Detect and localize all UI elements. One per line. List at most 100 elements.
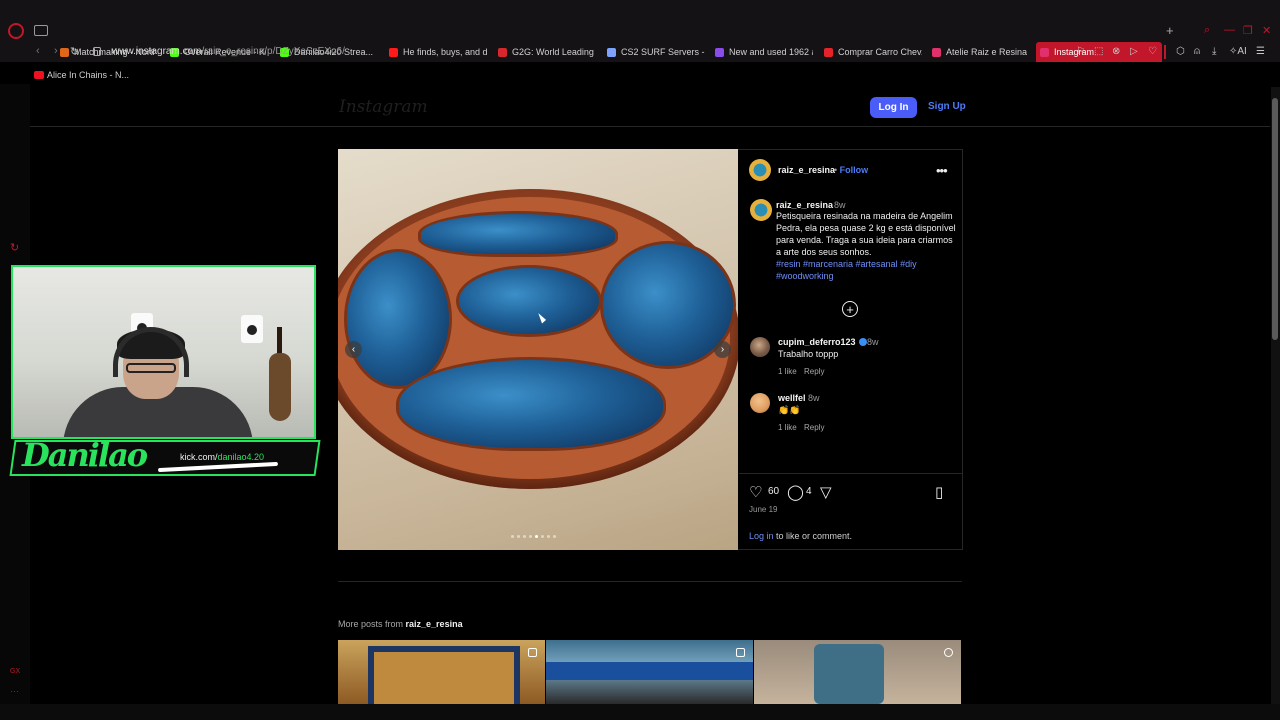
carousel-dot	[523, 535, 526, 538]
commenter-avatar[interactable]	[750, 337, 770, 357]
chevron-left-icon: ‹	[351, 344, 356, 355]
youtube-favicon-icon	[34, 71, 44, 79]
carousel-indicator	[511, 535, 556, 538]
url-path: /raiz_e_resina/p/DZyXeSzEXo6/	[201, 46, 345, 57]
carousel-dot	[517, 535, 520, 538]
minimize-icon[interactable]: —	[1224, 24, 1235, 36]
reload-icon[interactable]: ↻	[70, 45, 79, 58]
stream-url: kick.com/danilao4.20	[180, 452, 265, 462]
carousel-dot	[541, 535, 544, 538]
history-icon[interactable]: ↻	[10, 241, 19, 254]
share-icon[interactable]: ▽	[820, 483, 832, 501]
reel-icon	[944, 648, 953, 657]
sidebar-more-icon[interactable]: ···	[10, 686, 19, 696]
resin-well	[344, 249, 452, 389]
like-icon[interactable]: ♡	[749, 483, 762, 501]
comment-likes: 1 like	[778, 423, 797, 432]
carousel-dot	[511, 535, 514, 538]
forward-icon[interactable]: ›	[54, 45, 58, 57]
save-icon[interactable]: ▯	[935, 483, 943, 501]
caption-username[interactable]: raiz_e_resina	[776, 200, 833, 210]
toolbar-separator	[1164, 45, 1166, 59]
close-window-icon[interactable]: ✕	[1262, 24, 1271, 37]
more-post-thumbnail[interactable]	[754, 640, 961, 704]
player-icon[interactable]: ▷	[1130, 46, 1138, 57]
author-avatar[interactable]	[749, 159, 771, 181]
chevron-right-icon: ›	[720, 344, 725, 355]
post-caption: Petisqueira resinada na madeira de Angel…	[776, 211, 956, 257]
extensions-icon[interactable]: ⬡	[1176, 46, 1185, 57]
comment-text: 👏👏	[778, 405, 801, 415]
comment-reply-link[interactable]: Reply	[804, 367, 824, 376]
bookmark-icon[interactable]: ⚐	[1076, 46, 1085, 57]
url-field[interactable]: www.instagram.com/raiz_e_resina/p/DZyXeS…	[112, 46, 345, 57]
back-icon[interactable]: ‹	[36, 45, 40, 57]
log-in-button[interactable]: Log In	[870, 97, 917, 118]
lock-icon	[93, 47, 101, 56]
verified-badge-icon	[858, 338, 867, 346]
instagram-header	[30, 87, 1270, 127]
login-prompt-link[interactable]: Log in	[749, 531, 774, 541]
instagram-logo[interactable]: Instagram	[339, 97, 428, 117]
webcam-overlay	[11, 265, 316, 439]
comment-count: 4	[806, 486, 812, 497]
more-posts-heading: More posts from raiz_e_resina	[338, 619, 463, 629]
comment-username[interactable]: wellfel	[778, 393, 806, 403]
caption-age: 8w	[834, 200, 846, 210]
stream-name-banner: Danilao kick.com/danilao4.20	[8, 436, 321, 482]
search-tabs-icon[interactable]: ⌕	[1204, 24, 1210, 37]
carousel-next-button[interactable]: ›	[714, 341, 731, 358]
comment-text: Trabalho toppp	[778, 349, 839, 359]
speaker-object	[241, 315, 263, 343]
streamer-name: Danilao	[22, 436, 148, 474]
comment-icon[interactable]: ◯	[787, 483, 804, 501]
carousel-dot	[547, 535, 550, 538]
comment-reply-link[interactable]: Reply	[804, 423, 824, 432]
menu-icon[interactable]: ☰	[1256, 46, 1265, 57]
comment-age: 8w	[808, 393, 820, 403]
carousel-post-icon	[736, 648, 745, 657]
maximize-icon[interactable]: ❐	[1243, 24, 1253, 37]
section-divider	[338, 581, 962, 582]
author-username[interactable]: raiz_e_resina	[778, 165, 835, 175]
carousel-dot	[535, 535, 538, 538]
post-photo[interactable]	[338, 149, 738, 550]
caption-avatar[interactable]	[750, 199, 772, 221]
comment-likes: 1 like	[778, 367, 797, 376]
gx-label[interactable]: GX	[10, 668, 20, 675]
shield-icon[interactable]: ⊗	[1112, 46, 1120, 57]
post-date: June 19	[749, 505, 778, 514]
scrollbar-thumb[interactable]	[1272, 98, 1278, 340]
carousel-prev-button[interactable]: ‹	[345, 341, 362, 358]
carousel-dot	[529, 535, 532, 538]
comment-age: 8w	[867, 337, 879, 347]
more-post-thumbnail[interactable]	[546, 640, 753, 704]
actions-divider	[739, 473, 962, 474]
heart-icon[interactable]: ♡	[1148, 46, 1157, 57]
glasses-object	[126, 363, 176, 373]
bottom-bar	[0, 704, 1280, 720]
carousel-dot	[553, 535, 556, 538]
bookmark-item[interactable]: Alice In Chains - N...	[34, 70, 129, 80]
tab-strip: Matchmaking - North ... Overall Revenue …	[0, 21, 1280, 62]
guitar-object	[269, 353, 291, 421]
login-prompt: Log in to like or comment.	[749, 531, 853, 541]
new-tab-button[interactable]: +	[1166, 23, 1174, 38]
post-hashtags[interactable]: #resin #marcenaria #artesanal #diy #wood…	[776, 258, 958, 282]
resin-well	[418, 211, 618, 257]
snapshot-icon[interactable]: ⬚	[1094, 46, 1103, 57]
commenter-avatar[interactable]	[750, 393, 770, 413]
url-host: www.instagram.com	[112, 46, 202, 57]
comment-username[interactable]: cupim_deferro123	[778, 337, 867, 347]
resin-well	[396, 357, 666, 451]
carousel-post-icon	[528, 648, 537, 657]
more-post-thumbnail[interactable]	[338, 640, 545, 704]
sign-up-link[interactable]: Sign Up	[928, 101, 966, 112]
add-icon[interactable]: +	[842, 301, 858, 317]
more-options-icon[interactable]: •••	[936, 163, 948, 178]
resin-well	[456, 265, 602, 337]
ai-button[interactable]: ✧AI	[1229, 46, 1247, 57]
follow-button[interactable]: • Follow	[834, 165, 868, 175]
download-icon[interactable]: ⤓	[1212, 46, 1216, 57]
profile-icon[interactable]: ⍝	[1194, 46, 1200, 57]
